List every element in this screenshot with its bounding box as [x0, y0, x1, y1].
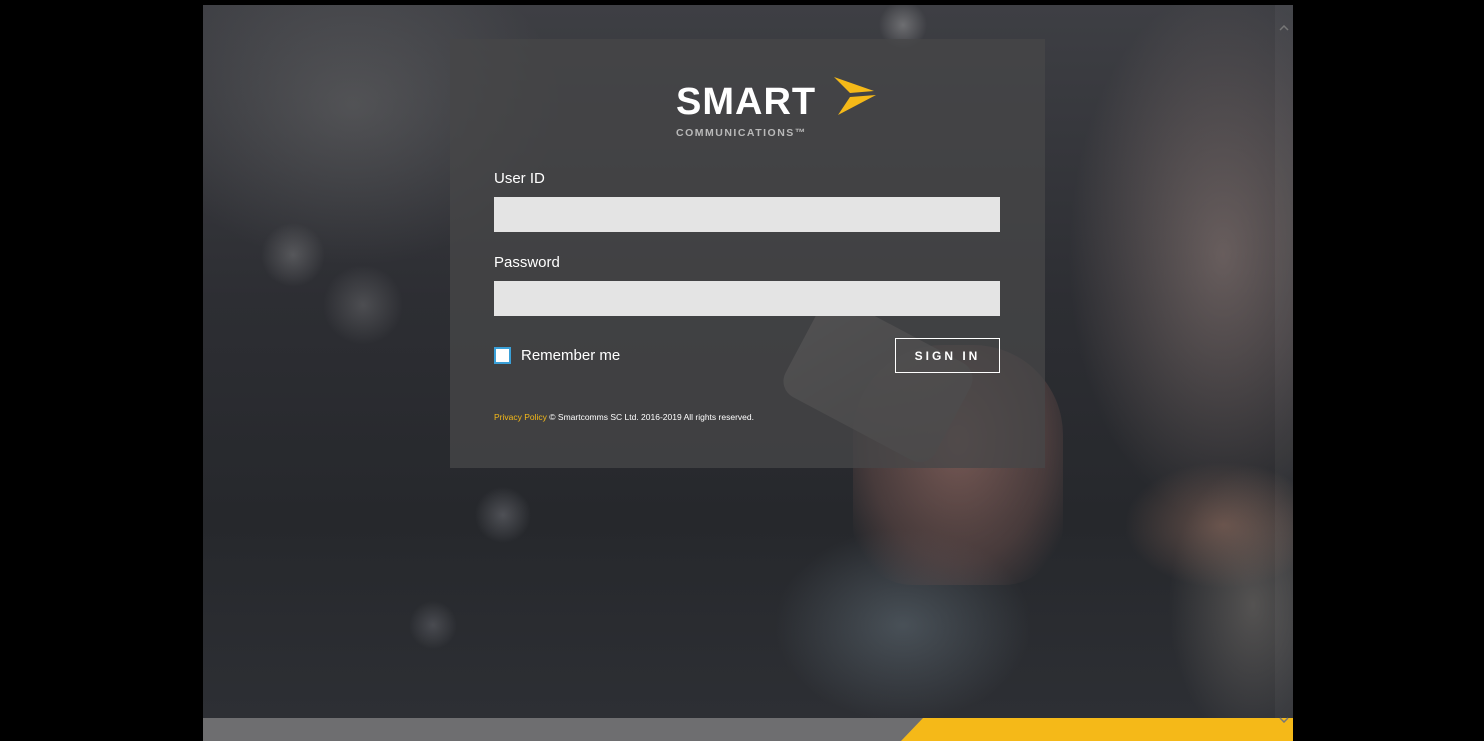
chevron-down-icon[interactable] — [1275, 711, 1293, 729]
password-label: Password — [494, 254, 560, 271]
copyright-text: © Smartcomms SC Ltd. 2016-2019 All right… — [549, 412, 754, 422]
remember-me-label: Remember me — [521, 346, 621, 364]
logo-tagline: COMMUNICATIONS™ — [676, 127, 807, 139]
checkbox-box[interactable] — [494, 346, 511, 364]
login-panel: SMART COMMUNICATIONS™ User ID Password R… — [450, 39, 1045, 468]
user-id-input[interactable] — [494, 197, 1000, 232]
chevron-up-icon[interactable] — [1275, 19, 1293, 37]
login-page: SMART COMMUNICATIONS™ User ID Password R… — [203, 5, 1293, 741]
double-chevron-arrow-icon — [834, 77, 876, 115]
remember-me-checkbox[interactable]: Remember me — [494, 345, 620, 365]
privacy-policy-link[interactable]: Privacy Policy — [494, 412, 547, 422]
logo-wordmark: SMART — [676, 81, 817, 123]
sign-in-button[interactable]: SIGN IN — [895, 338, 1000, 373]
bottom-bar-accent — [901, 718, 1293, 741]
smart-communications-logo: SMART COMMUNICATIONS™ — [676, 69, 876, 144]
user-id-label: User ID — [494, 170, 545, 187]
password-input[interactable] — [494, 281, 1000, 316]
screen: SMART COMMUNICATIONS™ User ID Password R… — [0, 0, 1484, 741]
footer-legal: Privacy Policy © Smartcomms SC Ltd. 2016… — [494, 412, 754, 422]
scrollbar[interactable] — [1275, 5, 1293, 718]
